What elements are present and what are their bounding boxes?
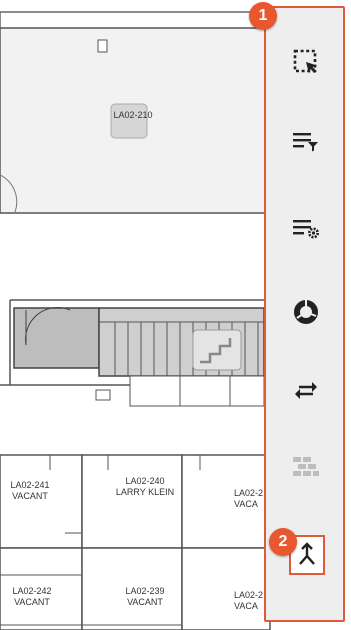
room-label-la02-240: LA02-240 LARRY KLEIN [115,476,175,497]
donut-chart-button[interactable] [286,292,326,332]
swap-button[interactable] [286,370,326,410]
room-label-la02-242: LA02-242 VACANT [12,586,52,607]
filter-list-button[interactable] [286,121,326,161]
room-label-la02-2-upper: LA02-2 VACA [234,488,264,509]
select-region-icon [293,49,317,74]
list-settings-icon [293,220,319,239]
donut-chart-icon [294,300,318,324]
room-label-la02-2-lower: LA02-2 VACA [234,590,264,611]
callout-badge-1: 1 [249,2,277,30]
filter-list-icon [293,133,318,152]
merge-icon [299,542,315,565]
wall-button [286,448,326,488]
swap-arrows-icon [295,382,317,399]
callout-badge-2: 2 [269,528,297,556]
select-region-button[interactable] [286,42,326,82]
room-label-la02-210: LA02-210 [113,110,153,120]
brick-wall-icon [293,457,319,476]
list-settings-button[interactable] [286,208,326,248]
room-label-la02-241: LA02-241 VACANT [10,480,50,501]
room-label-la02-239: LA02-239 VACANT [125,586,165,607]
